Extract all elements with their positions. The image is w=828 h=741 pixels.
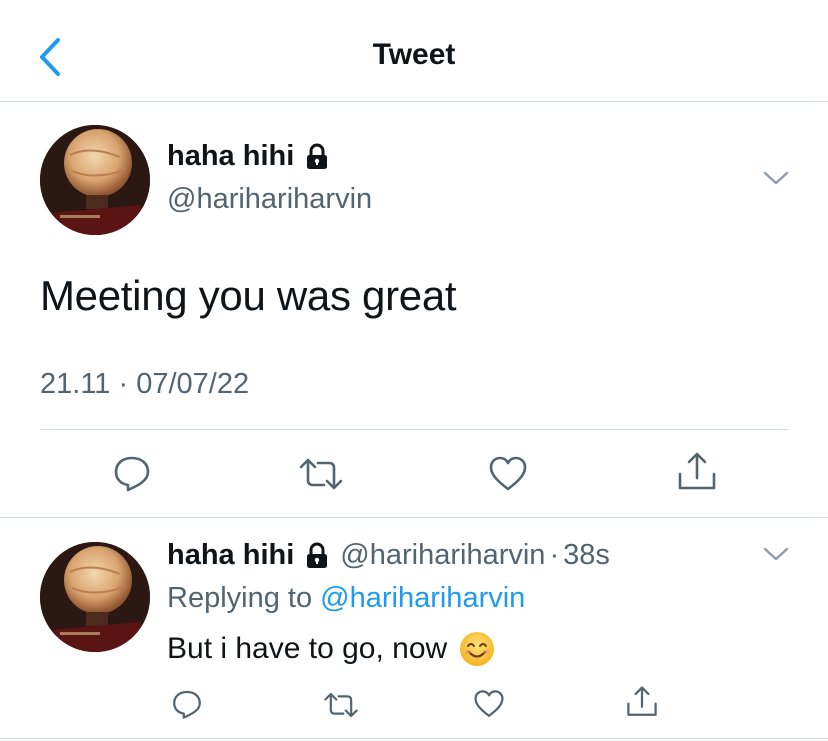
heart-icon[interactable] [473, 689, 505, 719]
meta-divider [40, 429, 788, 430]
tweet-text: Meeting you was great [40, 272, 457, 319]
reply-text: But i have to go, now [167, 632, 448, 665]
replying-prefix: Replying to [167, 582, 321, 614]
replying-handle-link[interactable]: @harihariharvin [320, 582, 525, 614]
chevron-down-icon[interactable] [763, 170, 789, 186]
heart-icon[interactable] [488, 455, 528, 493]
lock-icon [307, 542, 328, 568]
separator-dot: · [549, 539, 560, 571]
tweet-divider [0, 517, 828, 518]
reply-icon[interactable] [171, 688, 203, 720]
bottom-divider [0, 738, 828, 739]
chevron-down-icon[interactable] [763, 546, 789, 562]
smiling-face-emoji-icon [460, 632, 495, 666]
reply-icon[interactable] [112, 453, 152, 493]
lock-icon [307, 143, 328, 169]
share-icon[interactable] [676, 452, 718, 492]
retweet-icon[interactable] [298, 454, 344, 494]
display-name-text: haha hihi [167, 539, 295, 571]
tweet-timestamp[interactable]: 21.11 · 07/07/22 [40, 368, 249, 401]
header-divider [0, 101, 828, 102]
retweet-icon[interactable] [323, 689, 359, 721]
share-icon[interactable] [625, 686, 659, 718]
display-name[interactable]: haha hihi [167, 140, 332, 173]
reply-header[interactable]: haha hihi @harihariharvin · 38s [167, 539, 610, 572]
replying-to: Replying to @harihariharvin [167, 582, 525, 615]
handle[interactable]: @harihariharvin [167, 183, 372, 216]
relative-time: 38s [563, 539, 610, 571]
handle: @harihariharvin [340, 539, 546, 571]
page-title: Tweet [372, 38, 456, 71]
avatar[interactable] [40, 542, 150, 652]
display-name-text: haha hihi [167, 140, 295, 172]
reply-text-row: But i have to go, now [167, 631, 495, 667]
avatar[interactable] [40, 125, 150, 235]
